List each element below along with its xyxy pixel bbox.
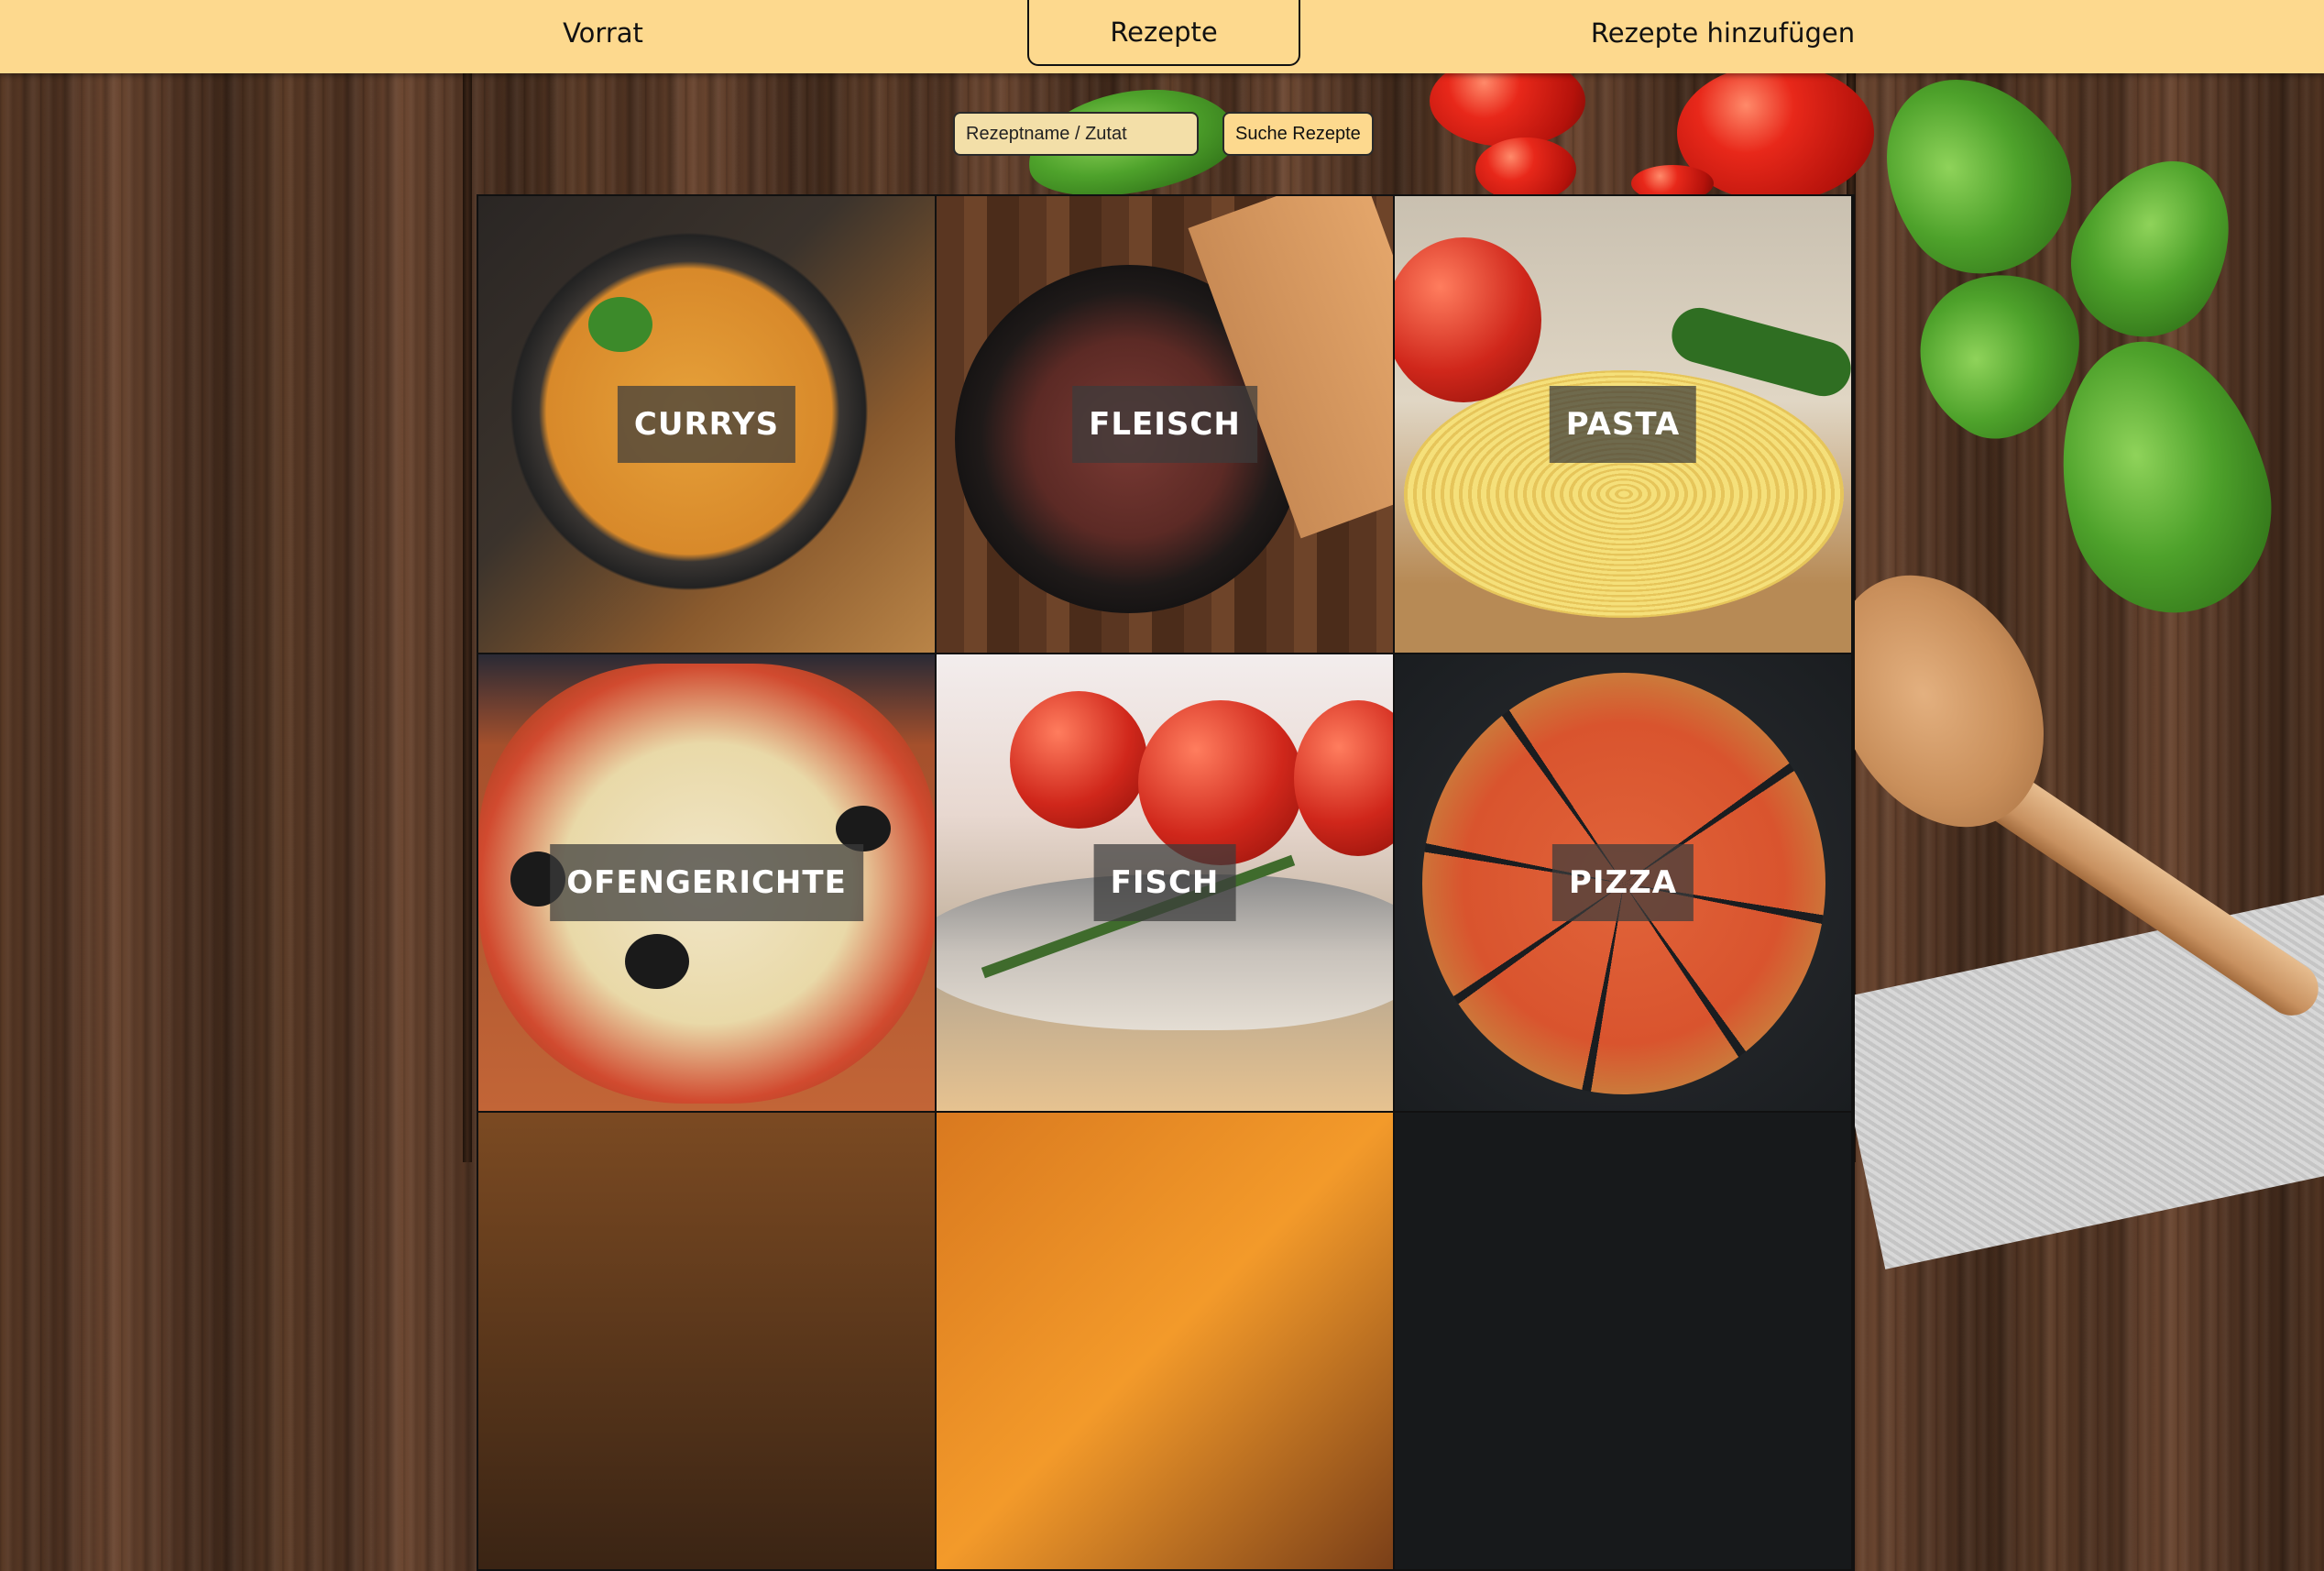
recipe-search-bar: Suche Rezepte [953,112,1374,156]
category-tile-pizza[interactable]: PIZZA [1395,654,1851,1111]
nav-tab-rezepte-active[interactable]: Rezepte [1027,0,1300,66]
category-label: PIZZA [1551,844,1694,921]
wood-plank-seam [463,73,472,1162]
category-label: OFENGERICHTE [550,844,863,921]
olive-icon [625,934,689,989]
recipe-search-input[interactable] [953,112,1199,156]
category-tile-ofengerichte[interactable]: OFENGERICHTE [478,654,935,1111]
top-navigation-bar: Vorrat Rezepte Rezepte hinzufügen [0,0,2324,73]
tomato-icon [1010,691,1147,829]
category-tile-fleisch[interactable]: FLEISCH [937,196,1393,653]
herb-garnish-icon [588,297,652,352]
nav-tab-rezepte-hinzufuegen[interactable]: Rezepte hinzufügen [1540,0,1906,66]
tomato-decoration [1475,137,1576,202]
category-label: PASTA [1549,386,1697,463]
category-label: CURRYS [617,386,796,463]
tomato-icon [1395,237,1541,402]
category-tile-partial[interactable] [478,1113,935,1569]
search-recipes-button[interactable]: Suche Rezepte [1222,112,1374,156]
nav-tab-vorrat[interactable]: Vorrat [466,0,740,66]
category-label: FLEISCH [1072,386,1257,463]
category-tile-fisch[interactable]: FISCH [937,654,1393,1111]
basil-leaf-decoration [1846,41,2104,307]
category-tile-currys[interactable]: CURRYS [478,196,935,653]
category-label: FISCH [1093,844,1236,921]
category-tile-partial[interactable] [1395,1113,1851,1569]
recipe-category-grid: CURRYS FLEISCH PASTA OFENGERICHTE FISCH … [477,194,1855,1571]
tomato-icon [1138,700,1303,865]
tomato-icon [1294,700,1393,856]
category-tile-pasta[interactable]: PASTA [1395,196,1851,653]
category-tile-partial[interactable] [937,1113,1393,1569]
